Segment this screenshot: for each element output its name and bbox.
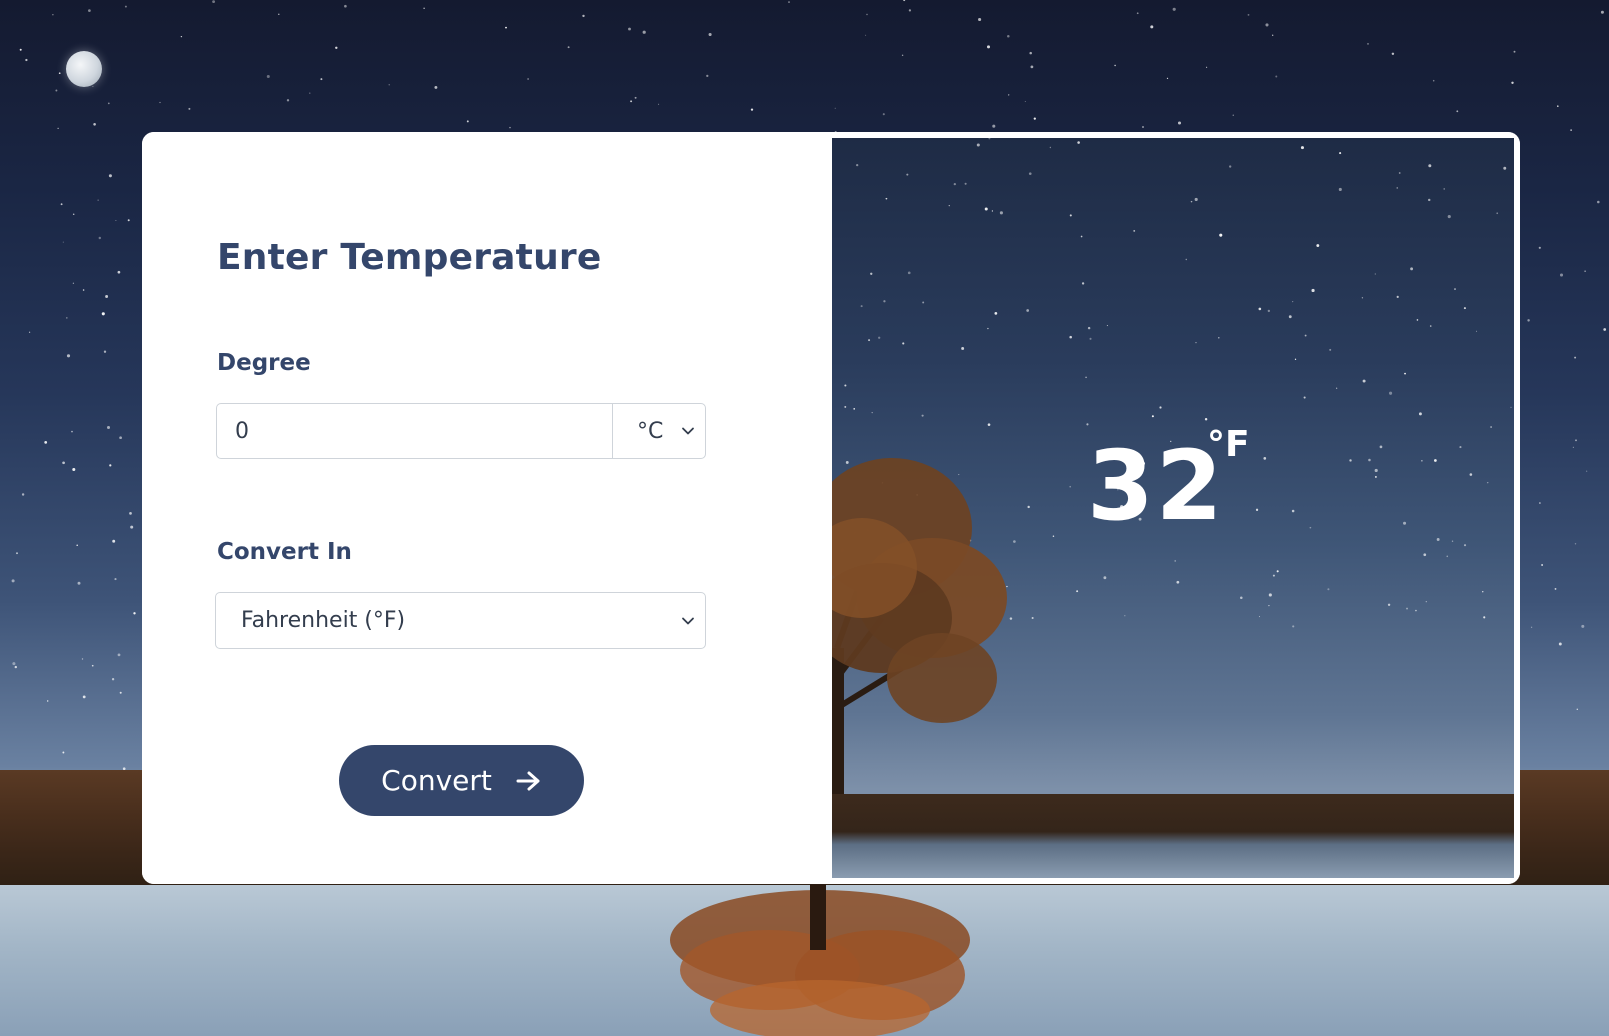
form-panel: Enter Temperature Degree °C Convert In F… xyxy=(142,132,832,884)
chevron-down-icon xyxy=(682,427,694,435)
result-panel: 32 °F xyxy=(832,132,1520,884)
tree-reflection-decoration xyxy=(670,880,970,1036)
ground-decoration xyxy=(832,794,1514,878)
degree-input[interactable] xyxy=(217,404,612,458)
moon-icon xyxy=(66,51,102,87)
degree-unit-select[interactable]: °C xyxy=(612,404,705,458)
converter-card: Enter Temperature Degree °C Convert In F… xyxy=(142,132,1520,884)
convert-button[interactable]: Convert xyxy=(339,745,584,816)
convert-button-label: Convert xyxy=(381,764,492,797)
result-unit: °F xyxy=(1207,424,1250,465)
result-value: 32 xyxy=(1087,430,1225,542)
degree-input-group: °C xyxy=(216,403,706,459)
convert-in-value: Fahrenheit (°F) xyxy=(241,608,406,633)
convert-in-label: Convert In xyxy=(217,539,352,565)
convert-in-select[interactable]: Fahrenheit (°F) xyxy=(215,592,706,649)
chevron-down-icon xyxy=(682,617,694,624)
arrow-right-icon xyxy=(516,771,540,790)
page-title: Enter Temperature xyxy=(217,237,602,278)
tree-decoration xyxy=(832,458,1007,808)
degree-label: Degree xyxy=(217,350,311,376)
degree-unit-value: °C xyxy=(637,418,664,444)
